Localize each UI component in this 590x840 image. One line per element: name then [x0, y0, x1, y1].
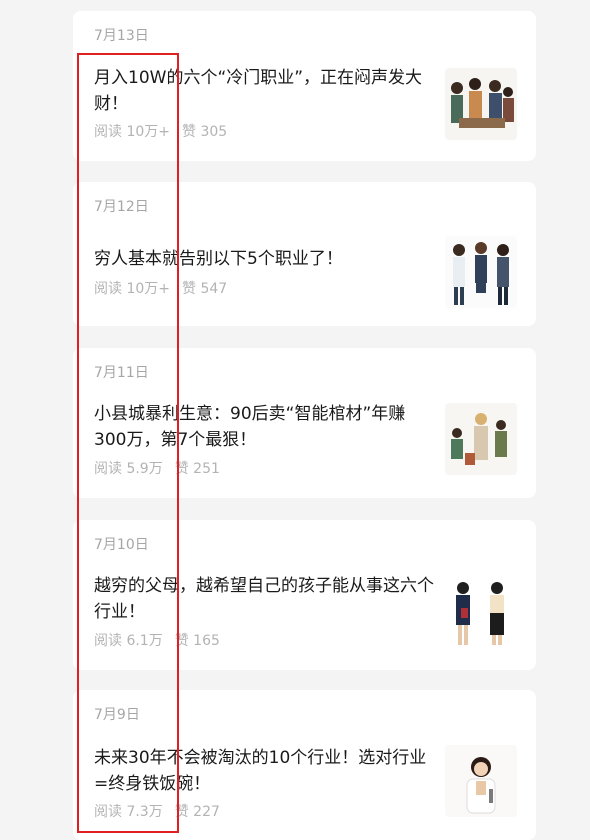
read-count: 阅读 5.9万	[94, 461, 163, 477]
article-title[interactable]: 越穷的父母，越希望自己的孩子能从事这六个行业！	[94, 573, 434, 625]
article-date: 7月10日	[94, 537, 149, 553]
article-stats: 阅读 7.3万赞 227	[94, 801, 220, 821]
article-stats: 阅读 5.9万赞 251	[94, 458, 220, 478]
article-title[interactable]: 小县城暴利生意：90后卖“智能棺材”年赚300万，第7个最狠！	[94, 401, 434, 453]
article-card[interactable]: 7月11日 小县城暴利生意：90后卖“智能棺材”年赚300万，第7个最狠！ 阅读…	[73, 348, 536, 498]
article-thumbnail[interactable]	[445, 403, 517, 475]
article-thumbnail[interactable]	[445, 236, 517, 308]
like-count: 赞 305	[182, 124, 228, 140]
people-working-illustration-icon	[445, 68, 517, 140]
article-title[interactable]: 未来30年不会被淘汰的10个行业！选对行业=终身铁饭碗！	[94, 745, 434, 797]
read-count: 阅读 10万+	[94, 281, 170, 297]
article-card[interactable]: 7月13日 月入10W的六个“冷门职业”，正在闷声发大财！ 阅读 10万+ 赞 3…	[73, 11, 536, 161]
professionals-illustration-icon	[445, 236, 517, 308]
article-title[interactable]: 穷人基本就告别以下5个职业了！	[94, 246, 434, 272]
office-women-illustration-icon	[445, 578, 517, 650]
workers-illustration-icon	[445, 403, 517, 475]
article-date: 7月12日	[94, 199, 149, 215]
like-count: 赞 165	[174, 633, 220, 649]
article-card[interactable]: 7月12日 穷人基本就告别以下5个职业了！ 阅读 10万+ 赞 547	[73, 182, 536, 326]
doctor-illustration-icon	[445, 745, 517, 817]
article-card[interactable]: 7月9日 未来30年不会被淘汰的10个行业！选对行业=终身铁饭碗！ 阅读 7.3…	[73, 690, 536, 840]
like-count: 赞 227	[174, 804, 220, 820]
like-count: 赞 251	[174, 461, 220, 477]
like-count: 赞 547	[182, 281, 228, 297]
article-thumbnail[interactable]	[445, 578, 517, 650]
article-card[interactable]: 7月10日 越穷的父母，越希望自己的孩子能从事这六个行业！ 阅读 6.1万赞 1…	[73, 520, 536, 670]
article-date: 7月13日	[94, 28, 149, 44]
article-thumbnail[interactable]	[445, 68, 517, 140]
article-stats: 阅读 6.1万赞 165	[94, 630, 220, 650]
article-date: 7月9日	[94, 707, 140, 723]
article-thumbnail[interactable]	[445, 745, 517, 817]
read-count: 阅读 6.1万	[94, 633, 163, 649]
read-count: 阅读 7.3万	[94, 804, 163, 820]
article-stats: 阅读 10万+ 赞 305	[94, 121, 227, 141]
read-count: 阅读 10万+	[94, 124, 170, 140]
article-stats: 阅读 10万+ 赞 547	[94, 278, 227, 298]
article-title[interactable]: 月入10W的六个“冷门职业”，正在闷声发大财！	[94, 65, 434, 117]
article-date: 7月11日	[94, 365, 149, 381]
